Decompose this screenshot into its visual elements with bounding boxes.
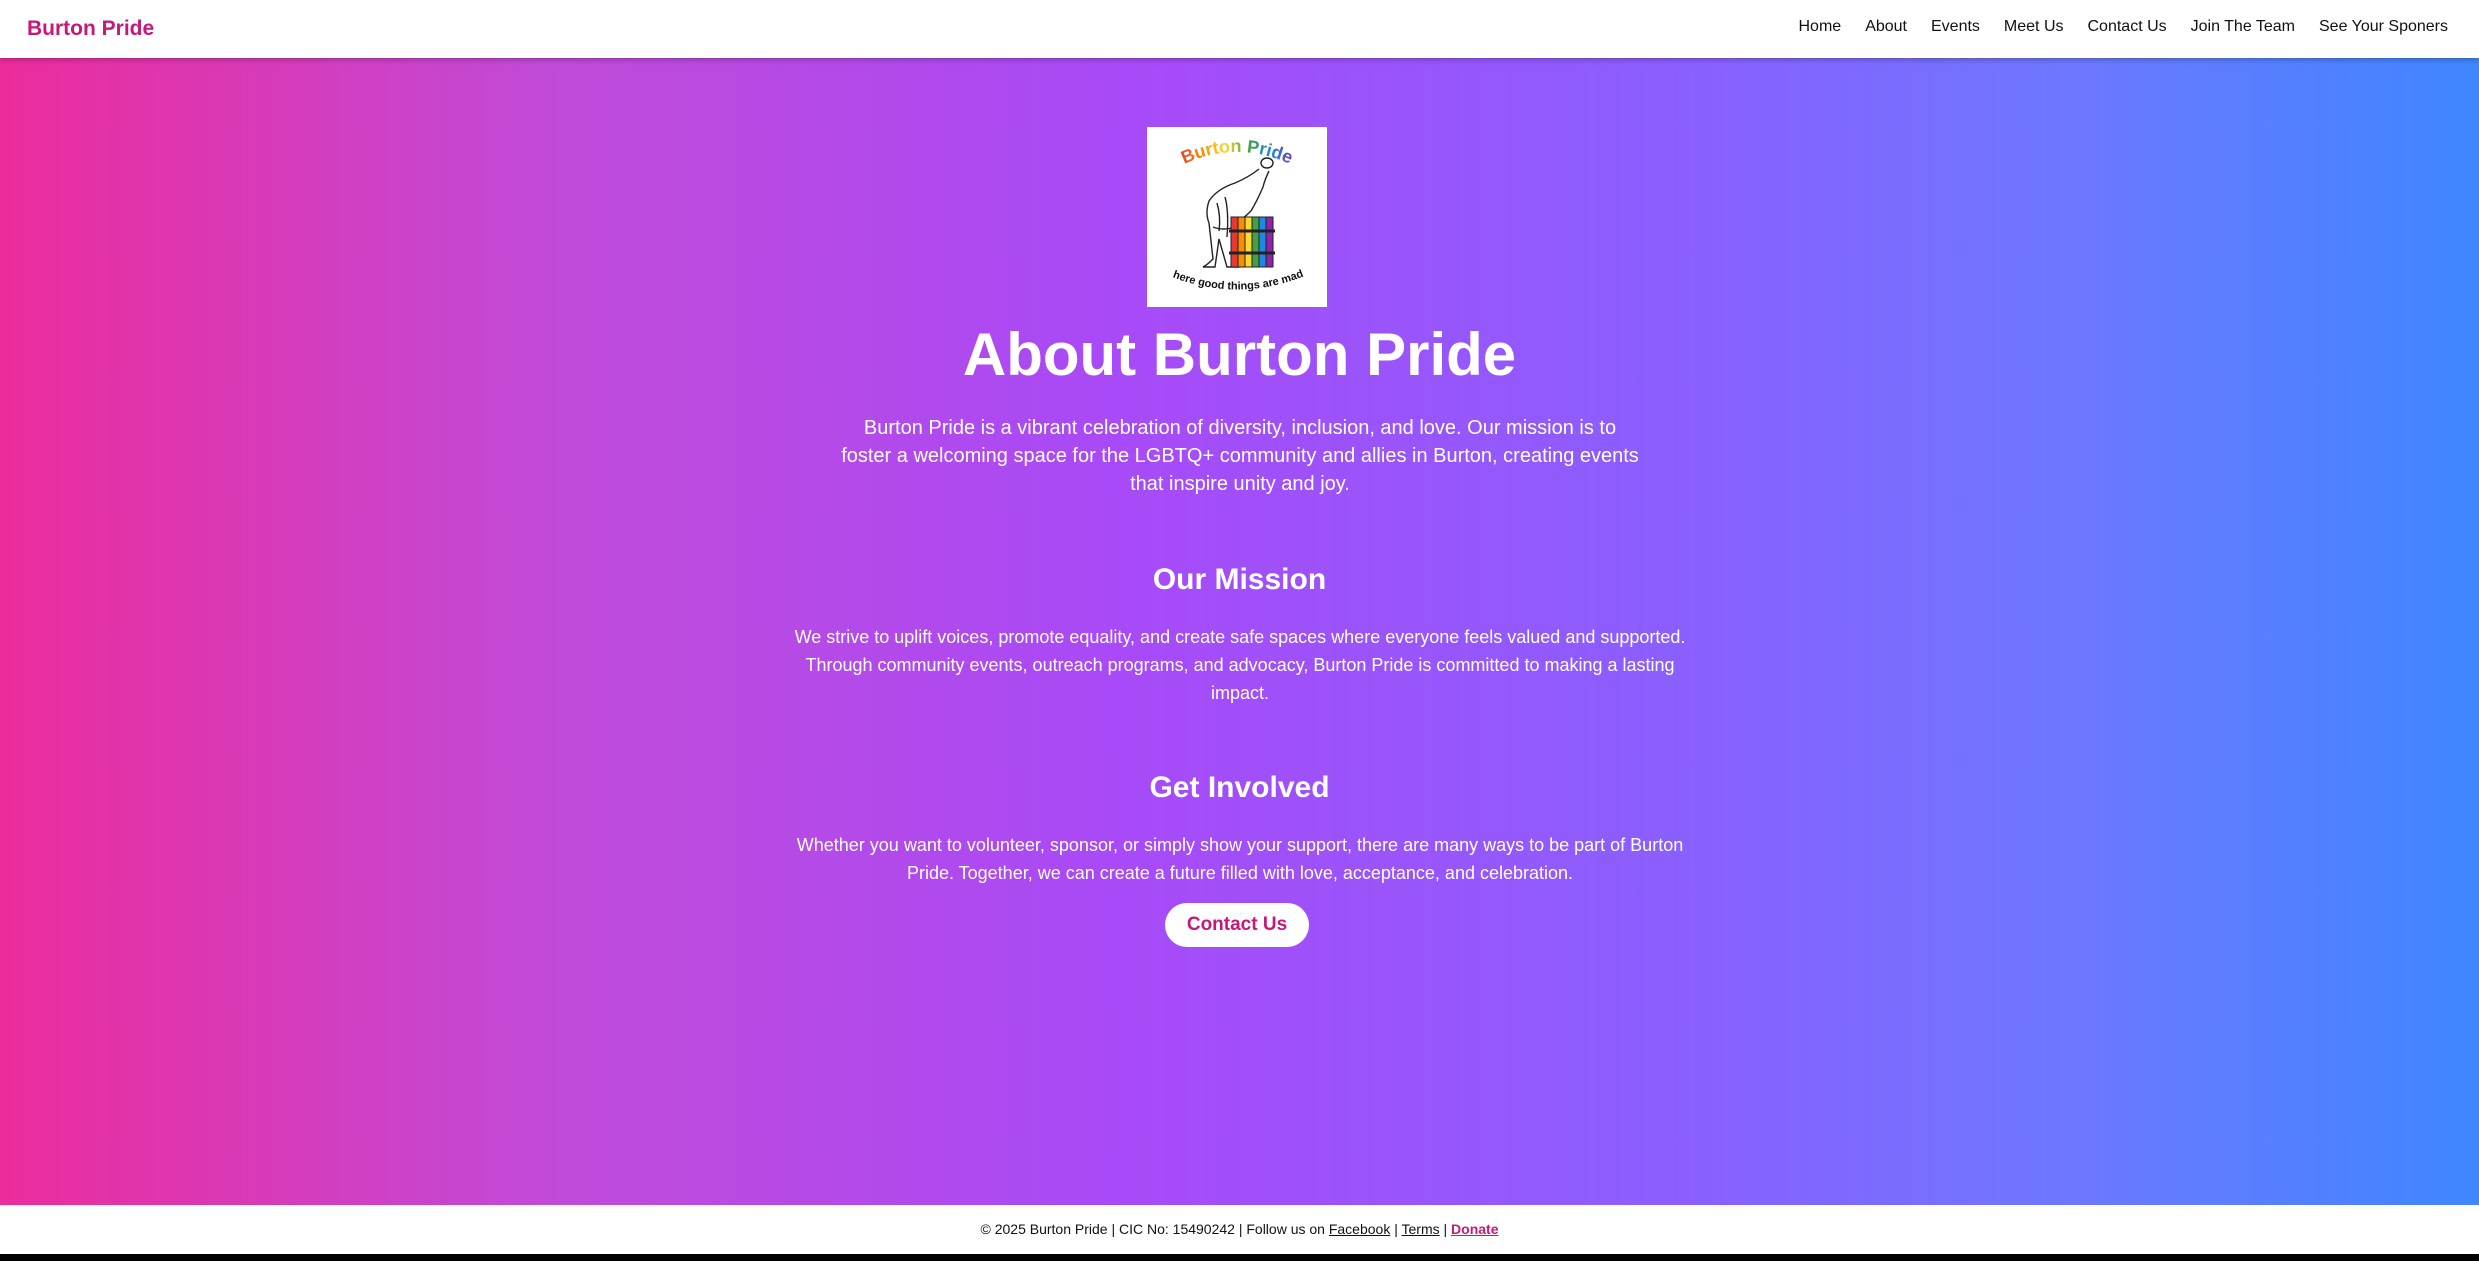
footer: © 2025 Burton Pride | CIC No: 15490242 |… — [0, 1205, 2479, 1254]
nav-join-the-team[interactable]: Join The Team — [2191, 18, 2295, 36]
terms-link[interactable]: Terms — [1402, 1221, 1440, 1237]
nav-contact-us[interactable]: Contact Us — [2088, 18, 2167, 36]
top-navbar: Burton Pride Home About Events Meet Us C… — [0, 0, 2479, 58]
footer-text: © 2025 Burton Pride | CIC No: 15490242 |… — [980, 1221, 1325, 1237]
intro-text: Burton Pride is a vibrant celebration of… — [841, 417, 1639, 495]
footer-separator: | — [1443, 1221, 1448, 1237]
barrel-logo-icon: Burton Pride here good things are mad — [1147, 127, 1305, 293]
contact-us-button[interactable]: Contact Us — [1165, 903, 1309, 947]
footer-separator: | — [1394, 1221, 1398, 1237]
nav-meet-us[interactable]: Meet Us — [2004, 18, 2064, 36]
mission-text: We strive to uplift voices, promote equa… — [794, 627, 1686, 703]
nav-about[interactable]: About — [1865, 18, 1907, 36]
svg-text:Burton Pride: Burton Pride — [1178, 136, 1296, 168]
page-title: About Burton Pride — [962, 321, 1517, 388]
page: Burton Pride Home About Events Meet Us C… — [0, 0, 2479, 1254]
nav-events[interactable]: Events — [1931, 18, 1980, 36]
get-involved-text: Whether you want to volunteer, sponsor, … — [796, 835, 1684, 883]
nav-home[interactable]: Home — [1799, 18, 1842, 36]
brand-logo-link[interactable]: Burton Pride — [27, 17, 154, 41]
facebook-link[interactable]: Facebook — [1329, 1221, 1390, 1237]
get-involved-heading: Get Involved — [1149, 771, 1330, 804]
burton-pride-logo: Burton Pride here good things are mad — [1147, 127, 1327, 307]
main-nav: Home About Events Meet Us Contact Us Joi… — [1799, 18, 2449, 36]
donate-link[interactable]: Donate — [1451, 1221, 1498, 1237]
mission-heading: Our Mission — [1152, 563, 1327, 596]
nav-sponsors[interactable]: See Your Sponers — [2319, 18, 2448, 36]
logo-top-text: Burton Pride — [1178, 136, 1296, 168]
